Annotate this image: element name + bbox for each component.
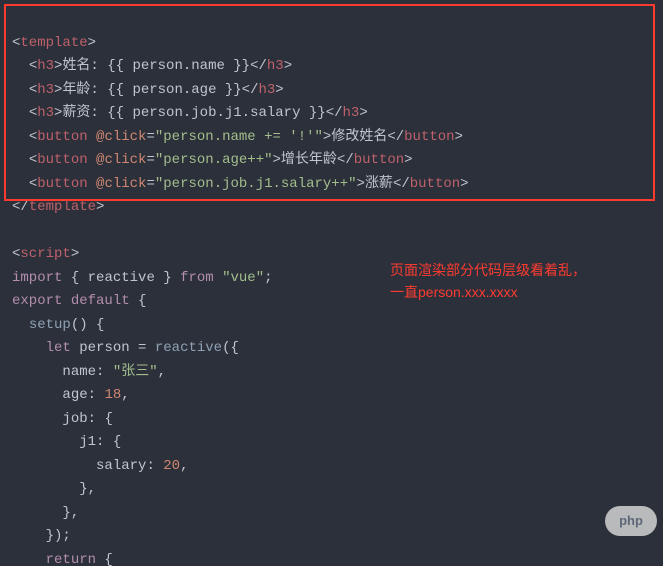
php-watermark-icon: php — [605, 506, 657, 536]
code-line: let person = reactive({ — [12, 340, 239, 356]
code-line: return { — [12, 552, 113, 566]
annotation-text: 页面渲染部分代码层级看着乱， 一直person.xxx.xxxx — [390, 259, 650, 303]
code-line: <h3>姓名: {{ person.name }}</h3> — [12, 58, 292, 74]
code-line: setup() { — [12, 317, 104, 333]
code-line: }, — [12, 505, 79, 521]
code-line: salary: 20, — [12, 458, 188, 474]
code-line: export default { — [12, 293, 146, 309]
code-line: <h3>薪资: {{ person.job.j1.salary }}</h3> — [12, 105, 368, 121]
code-line: </template> — [12, 199, 104, 215]
code-line: import { reactive } from "vue"; — [12, 270, 273, 286]
code-line: job: { — [12, 411, 113, 427]
code-line: <template> — [12, 35, 96, 51]
code-line: <h3>年龄: {{ person.age }}</h3> — [12, 82, 284, 98]
annotation-line: 一直person.xxx.xxxx — [390, 281, 650, 303]
code-line: <button @click="person.age++">增长年龄</butt… — [12, 152, 413, 168]
code-line: <script> — [12, 246, 79, 262]
annotation-line: 页面渲染部分代码层级看着乱， — [390, 259, 650, 281]
code-line: <button @click="person.name += '!'">修改姓名… — [12, 129, 463, 145]
code-line: age: 18, — [12, 387, 130, 403]
code-line: }); — [12, 528, 71, 544]
code-line: <button @click="person.job.j1.salary++">… — [12, 176, 469, 192]
code-line: j1: { — [12, 434, 121, 450]
code-line: }, — [12, 481, 96, 497]
code-line: name: "张三", — [12, 364, 166, 380]
